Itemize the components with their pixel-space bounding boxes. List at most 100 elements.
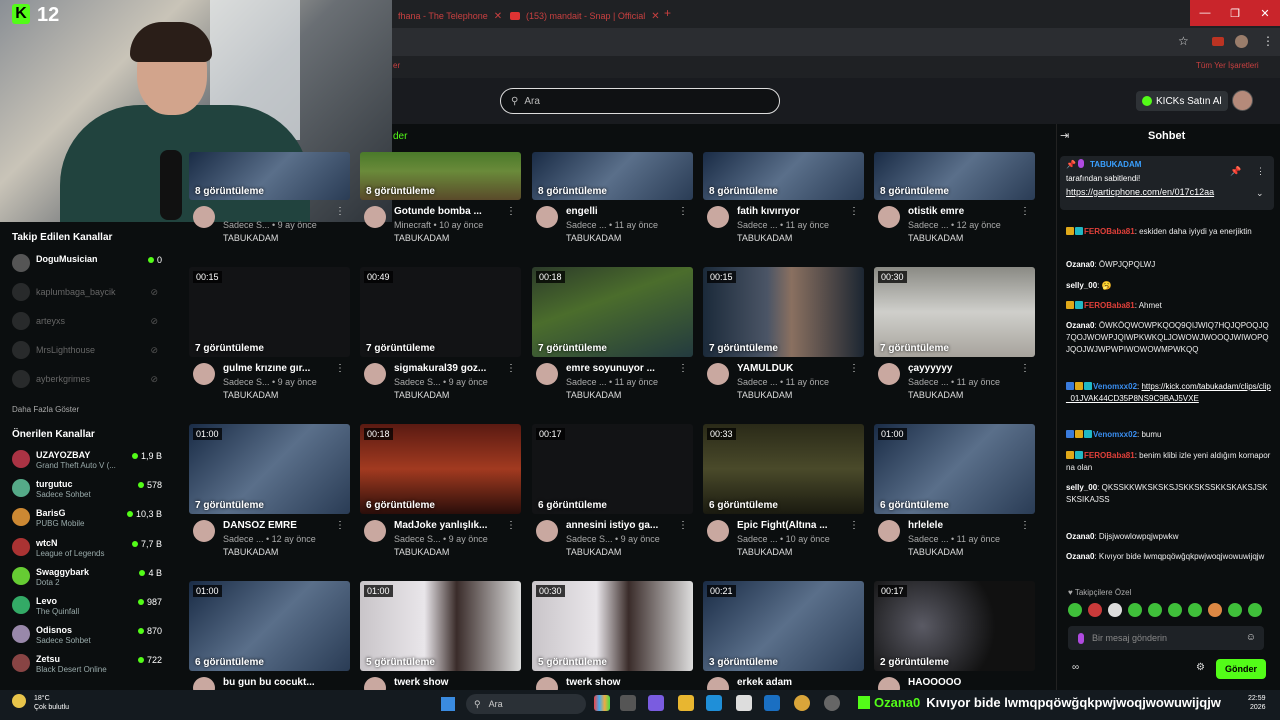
recommended-channel-item[interactable]: turgutuc Sadece Sohbet 578 <box>12 479 162 499</box>
send-button[interactable]: Gönder <box>1216 659 1266 679</box>
clip-title[interactable]: çayyyyyy <box>908 363 1020 374</box>
clip-card[interactable]: 00:15 7 görüntüleme gulme krızıne gır... Sa… <box>189 267 350 407</box>
avatar[interactable] <box>193 363 215 385</box>
followed-channel-item[interactable]: ayberkgrimes ⊘ <box>12 370 162 390</box>
more-options-icon[interactable]: ⋮ <box>506 363 516 374</box>
clip-channel[interactable]: TABUKADAM <box>908 547 963 557</box>
more-options-icon[interactable]: ⋮ <box>335 206 345 217</box>
recommended-channel-item[interactable]: Odisnos Sadece Sohbet 870 <box>12 625 162 645</box>
more-options-icon[interactable]: ⋮ <box>678 520 688 531</box>
clip-card[interactable]: 00:30 5 görüntüleme twerk show <box>532 581 693 699</box>
chrome-icon[interactable] <box>794 695 810 711</box>
clip-thumbnail[interactable]: 8 görüntüleme <box>703 152 864 200</box>
clip-channel[interactable]: TABUKADAM <box>223 233 278 243</box>
recommended-channel-item[interactable]: Levo The Quinfall 987 <box>12 596 162 616</box>
clip-channel[interactable]: TABUKADAM <box>908 390 963 400</box>
browser-tab-2[interactable]: (153) mandait - Snap | Official ✕ <box>500 4 670 28</box>
clip-thumbnail[interactable]: 00:49 7 görüntüleme <box>360 267 521 357</box>
more-options-icon[interactable]: ⋮ <box>849 363 859 374</box>
avatar[interactable] <box>193 520 215 542</box>
infinity-icon[interactable]: ∞ <box>1072 662 1079 673</box>
clip-title[interactable]: twerk show <box>566 677 678 688</box>
clip-thumbnail[interactable]: 00:21 3 görüntüleme <box>703 581 864 671</box>
recommended-channel-item[interactable]: wtcN League of Legends 7,7 B <box>12 537 162 558</box>
clip-thumbnail[interactable]: 00:30 5 görüntüleme <box>532 581 693 671</box>
clip-thumbnail[interactable]: 00:33 6 görüntüleme <box>703 424 864 514</box>
more-options-icon[interactable]: ⋮ <box>678 206 688 217</box>
chat-username[interactable]: Ozana0 <box>1066 321 1094 330</box>
more-options-icon[interactable]: ⋮ <box>1020 206 1030 217</box>
avatar[interactable] <box>878 363 900 385</box>
clip-thumbnail[interactable]: 01:00 5 görüntüleme <box>360 581 521 671</box>
avatar[interactable] <box>364 520 386 542</box>
clip-title[interactable]: YAMULDUK <box>737 363 849 374</box>
clip-card[interactable]: 00:21 3 görüntüleme erkek adam <box>703 581 864 699</box>
unpin-icon[interactable]: 📌 <box>1230 166 1241 177</box>
more-options-icon[interactable]: ⋮ <box>1256 166 1265 177</box>
chat-input[interactable]: Bir mesaj gönderin ☺ <box>1068 626 1264 650</box>
new-tab-icon[interactable]: + <box>664 6 671 20</box>
weather-widget[interactable] <box>12 694 30 708</box>
chat-username[interactable]: Venomxx02 <box>1093 430 1137 439</box>
clip-thumbnail[interactable]: 00:17 2 görüntüleme <box>874 581 1035 671</box>
clip-thumbnail[interactable]: 8 görüntüleme <box>532 152 693 200</box>
store-icon[interactable] <box>736 695 752 711</box>
maximize-button[interactable]: ❐ <box>1220 0 1250 26</box>
clip-card[interactable]: 8 görüntüleme engelli Sadece ... • 11 ay ö… <box>532 110 693 250</box>
clip-title[interactable]: Gotunde bomba ... <box>394 206 506 217</box>
chat-settings-icon[interactable]: ⚙ <box>1196 662 1205 673</box>
followed-channel-item[interactable]: kaplumbaga_baycik ⊘ <box>12 283 162 303</box>
emote-icon[interactable] <box>1068 603 1082 617</box>
clip-title[interactable]: fatih kıvırıyor <box>737 206 849 217</box>
avatar[interactable] <box>364 363 386 385</box>
avatar[interactable] <box>878 520 900 542</box>
clip-card[interactable]: 00:33 6 görüntüleme Epic Fight(Altına ... S… <box>703 424 864 564</box>
system-clock[interactable]: 22:59 2026 <box>1248 694 1266 712</box>
clip-title[interactable]: hrlelele <box>908 520 1020 531</box>
close-window-button[interactable]: ✕ <box>1250 0 1280 26</box>
clip-thumbnail[interactable]: 00:17 6 görüntüleme <box>532 424 693 514</box>
more-options-icon[interactable]: ⋮ <box>849 520 859 531</box>
clip-card[interactable]: 01:00 7 görüntüleme DANSÖZ EMRE Sadece ... … <box>189 424 350 564</box>
more-options-icon[interactable]: ⋮ <box>1020 520 1030 531</box>
recommended-channel-item[interactable]: UZAYOZBAY Grand Theft Auto V (... 1,9 B <box>12 450 162 470</box>
recommended-channel-item[interactable]: Zetsu Black Desert Online 722 <box>12 654 162 674</box>
clip-channel[interactable]: TABUKADAM <box>223 390 278 400</box>
avatar[interactable] <box>878 206 900 228</box>
chat-username[interactable]: FEROBaba81 <box>1084 451 1135 460</box>
clip-title[interactable]: otistik emre <box>908 206 1020 217</box>
pinned-user[interactable]: TABUKADAM <box>1090 160 1141 169</box>
avatar[interactable] <box>707 206 729 228</box>
clip-title[interactable]: HAOOOOO <box>908 677 1020 688</box>
avatar[interactable] <box>707 363 729 385</box>
clip-channel[interactable]: TABUKADAM <box>566 547 621 557</box>
clip-card[interactable]: 00:30 7 görüntüleme çayyyyyy Sadece ... • 1… <box>874 267 1035 407</box>
browser-tab-1[interactable]: fhana - The Telephone ✕ <box>388 4 512 28</box>
avatar[interactable] <box>536 363 558 385</box>
more-options-icon[interactable]: ⋮ <box>678 363 688 374</box>
chat-username[interactable]: selly_00 <box>1066 483 1097 492</box>
clip-card[interactable]: 8 görüntüleme Gotunde bomba ... Minecraft … <box>360 110 521 250</box>
clip-channel[interactable]: TABUKADAM <box>394 233 449 243</box>
clip-title[interactable]: Epic Fight(Altına ... <box>737 520 849 531</box>
clip-title[interactable]: annesini istiyo ga... <box>566 520 678 531</box>
clip-channel[interactable]: TABUKADAM <box>394 390 449 400</box>
clip-thumbnail[interactable]: 00:15 7 görüntüleme <box>189 267 350 357</box>
more-options-icon[interactable]: ⋮ <box>1020 363 1030 374</box>
more-options-icon[interactable]: ⋮ <box>506 520 516 531</box>
avatar[interactable] <box>707 520 729 542</box>
emote-icon[interactable] <box>1188 603 1202 617</box>
file-explorer-icon[interactable] <box>678 695 694 711</box>
chevron-down-icon[interactable]: ⌄ <box>1256 188 1264 199</box>
chat-username[interactable]: Ozana0 <box>1066 532 1094 541</box>
emote-icon[interactable] <box>1228 603 1242 617</box>
pinned-link[interactable]: https://garticphone.com/en/017c12aa <box>1066 187 1214 197</box>
clip-card[interactable]: 8 görüntüleme otistik emre Sadece ... • 12… <box>874 110 1035 250</box>
buy-kicks-button[interactable]: KICKs Satın Al <box>1136 91 1228 111</box>
clip-title[interactable]: MadJoke yanlışlık... <box>394 520 506 531</box>
more-options-icon[interactable]: ⋮ <box>335 363 345 374</box>
clip-channel[interactable]: TABUKADAM <box>737 233 792 243</box>
followed-channel-item[interactable]: arteyxs ⊘ <box>12 312 162 332</box>
emote-icon[interactable] <box>1128 603 1142 617</box>
copilot-icon[interactable] <box>648 695 664 711</box>
